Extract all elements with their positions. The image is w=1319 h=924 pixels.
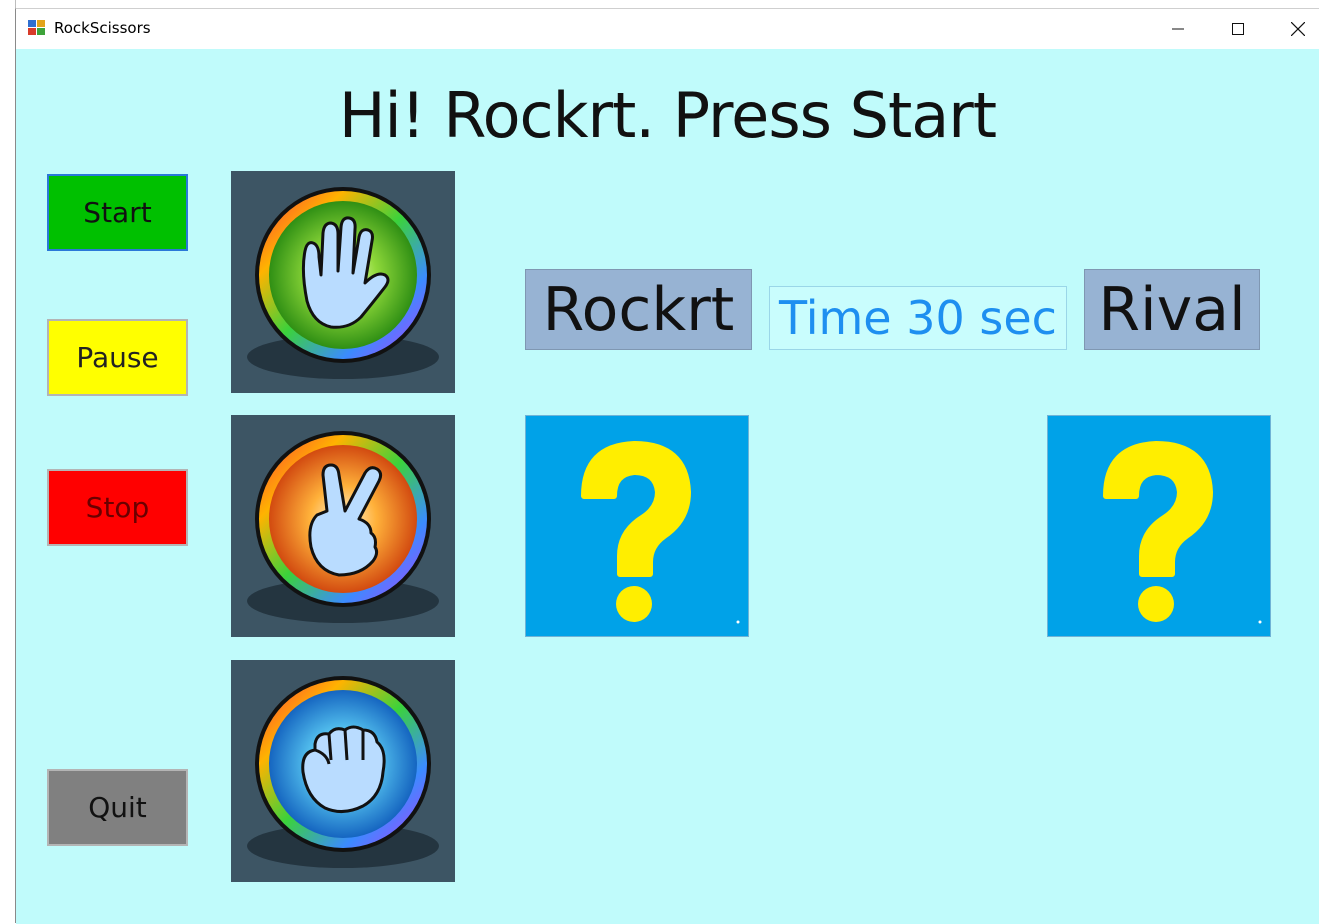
paper-choice-button[interactable]: [231, 171, 455, 393]
stop-button[interactable]: Stop: [47, 469, 188, 546]
rock-hand-icon: [247, 676, 439, 868]
scissors-choice-button[interactable]: [231, 415, 455, 637]
game-area: Hi! Rockrt. Press Start Start Pause Stop…: [16, 49, 1319, 924]
maximize-icon: [1232, 23, 1244, 35]
start-button[interactable]: Start: [47, 174, 188, 251]
window-title: RockScissors: [54, 19, 151, 37]
minimize-button[interactable]: [1148, 9, 1208, 49]
greeting-heading: Hi! Rockrt. Press Start: [338, 79, 997, 152]
scissors-hand-icon: [247, 431, 439, 623]
pause-button[interactable]: Pause: [47, 319, 188, 396]
close-icon: [1291, 22, 1305, 36]
question-mark-icon: [581, 441, 740, 624]
rock-choice-button[interactable]: [231, 660, 455, 882]
timer-display: Time 30 sec: [769, 286, 1067, 350]
title-bar[interactable]: RockScissors: [16, 9, 1319, 49]
player-choice-display: [525, 415, 749, 637]
minimize-icon: [1172, 28, 1184, 30]
desktop-edge: [0, 0, 16, 923]
rival-choice-display: [1047, 415, 1271, 637]
quit-button[interactable]: Quit: [47, 769, 188, 846]
question-mark-icon: [1103, 441, 1262, 624]
player-name-label: Rockrt: [525, 269, 752, 350]
app-window: RockScissors Hi! Rockrt. Press Start Sta…: [15, 8, 1319, 924]
maximize-button[interactable]: [1208, 9, 1268, 49]
paper-hand-icon: [247, 187, 439, 379]
rival-name-label: Rival: [1084, 269, 1260, 350]
close-button[interactable]: [1268, 9, 1319, 49]
app-icon: [28, 20, 45, 35]
